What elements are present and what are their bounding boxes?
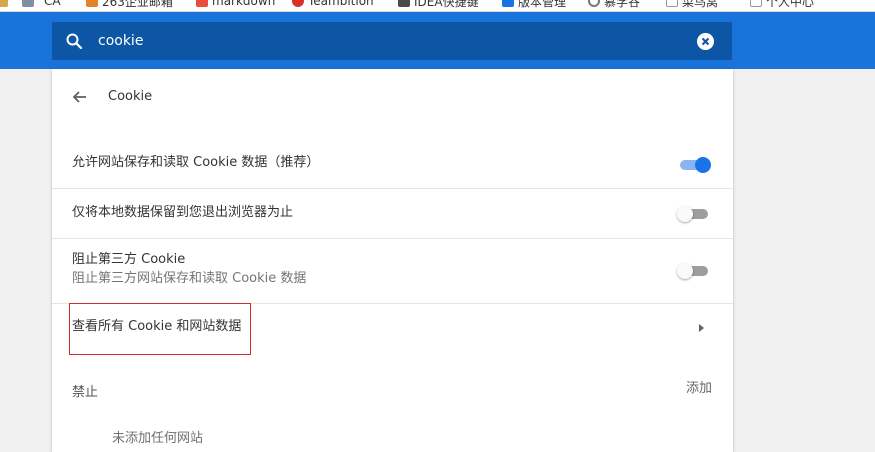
bookmark-label: IDEA快捷键 [414,0,479,9]
page-title: Cookie [108,89,153,104]
search-icon[interactable] [65,32,83,50]
bookmark-item[interactable]: CA [44,0,61,8]
add-blocked-site-button[interactable]: 添加 [686,380,712,398]
back-arrow-icon[interactable] [71,88,89,106]
toggle-knob [695,157,711,173]
bookmarks-bar: CA 263企业邮箱 markdown Teambition IDEA快捷键 版… [0,0,875,12]
teambition-icon [292,0,304,7]
bookmark-item[interactable]: markdown [196,0,275,8]
bookmark-item[interactable]: 菜鸟窝 [666,0,719,9]
cookie-settings-card: Cookie 允许网站保存和读取 Cookie 数据（推荐） 仅将本地数据保留到… [52,69,733,452]
bookmark-item[interactable]: 版本管理 [502,0,567,9]
bookmark-label: 个人中心 [766,0,815,9]
search-input[interactable] [98,29,658,53]
setting-row-clear-on-exit[interactable]: 仅将本地数据保留到您退出浏览器为止 [52,189,733,239]
block-section-title: 禁止 [72,385,99,400]
highlight-box [69,303,251,355]
setting-row-block-third-party[interactable]: 阻止第三方 Cookie 阻止第三方网站保存和读取 Cookie 数据 [52,239,733,304]
block-third-party-toggle[interactable] [677,263,711,279]
markdown-icon [196,0,208,7]
mail-icon [86,0,98,7]
globe-icon [588,0,600,7]
toggle-knob [677,206,693,222]
bookmark-label: CA [44,0,61,8]
mail-icon [22,0,34,7]
bookmark-label: 菜鸟窝 [682,0,719,9]
card-header: Cookie [52,69,733,125]
empty-list-text: 未添加任何网站 [112,431,204,446]
chevron-right-icon [699,324,704,332]
app-icon [0,0,8,7]
bookmark-label: 慕学谷 [604,0,641,9]
setting-sublabel: 阻止第三方网站保存和读取 Cookie 数据 [72,271,307,286]
settings-header [0,12,875,69]
bookmark-label: Teambition [308,0,374,8]
bookmark-item[interactable]: 慕学谷 [588,0,641,9]
allow-cookies-toggle[interactable] [677,157,711,173]
version-icon [502,0,514,7]
clear-search-icon[interactable] [697,33,714,50]
bookmark-label: 版本管理 [518,0,567,9]
setting-label: 阻止第三方 Cookie [72,252,186,267]
setting-label: 允许网站保存和读取 Cookie 数据（推荐） [72,155,320,170]
setting-label: 仅将本地数据保留到您退出浏览器为止 [72,205,294,220]
page-icon [666,0,678,7]
bookmark-item[interactable]: 个人中心 [750,0,815,9]
bookmark-item[interactable]: IDEA快捷键 [398,0,479,9]
settings-search-box [52,22,732,60]
bookmark-item[interactable]: 263企业邮箱 [86,0,173,9]
page-icon [750,0,762,7]
toggle-knob [677,263,693,279]
clear-on-exit-toggle[interactable] [677,206,711,222]
bookmark-item[interactable]: Teambition [292,0,374,8]
bookmark-label: markdown [212,0,276,8]
idea-icon [398,0,410,7]
bookmark-label: 263企业邮箱 [102,0,173,9]
setting-row-allow-cookies[interactable]: 允许网站保存和读取 Cookie 数据（推荐） [52,141,733,189]
bookmark-item[interactable] [0,0,12,8]
bookmark-item[interactable] [22,0,38,8]
